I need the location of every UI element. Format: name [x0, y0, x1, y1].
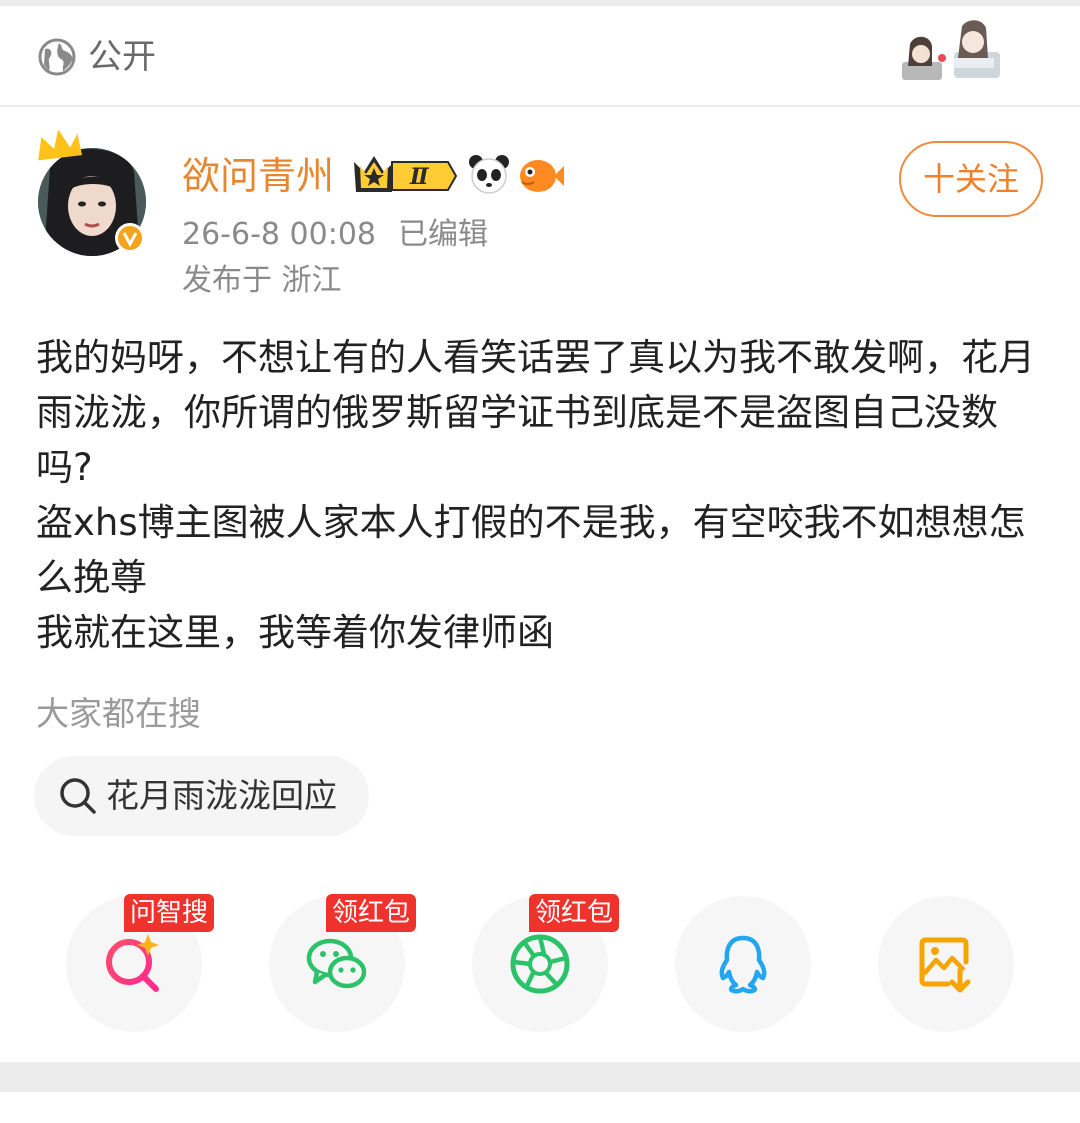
- pufferfish-badge-icon: [520, 160, 564, 192]
- edited-label[interactable]: 已编辑: [398, 217, 488, 252]
- share-tag-wechat: 领红包: [326, 894, 417, 932]
- qq-icon: [719, 935, 767, 994]
- trending-title: 大家都在搜: [36, 694, 201, 733]
- author-name[interactable]: 欲问青州: [182, 152, 334, 200]
- globe-icon: [38, 38, 76, 76]
- visibility-row[interactable]: 公开: [0, 6, 1080, 106]
- svg-text:Ⅱ: Ⅱ: [409, 164, 430, 190]
- share-tag-ai: 问智搜: [124, 894, 215, 932]
- bottom-separator: [0, 1062, 1080, 1092]
- post-content: 我的妈呀，不想让有的人看笑话罢了真以为我不敢发啊，花月雨泷泷，你所谓的俄罗斯留学…: [36, 330, 1046, 660]
- save-image-share-button[interactable]: [878, 896, 1014, 1032]
- ai-search-icon: [106, 934, 159, 992]
- search-icon: [60, 778, 96, 814]
- post-text-line: 盗xhs博主图被人家本人打假的不是我，有空咬我不如想想怎么挽尊: [36, 501, 1026, 599]
- moments-icon: [510, 934, 570, 994]
- post-meta: 26-6-8 00:08 已编辑: [182, 214, 488, 256]
- visibility-label: 公开: [88, 37, 156, 77]
- section-divider: [0, 105, 1080, 107]
- save-image-icon: [919, 937, 971, 993]
- wechat-icon: [306, 938, 367, 989]
- crown-level-badge-icon: Ⅱ: [354, 156, 458, 192]
- share-bar: 问智搜 领红包 领红包: [0, 880, 1080, 1040]
- avatar-image: [38, 129, 146, 256]
- trending-search-chip[interactable]: 花月雨泷泷回应: [34, 756, 369, 836]
- panda-badge-icon: [469, 155, 509, 194]
- post-text-line: 我的妈呀，不想让有的人看笑话罢了真以为我不敢发啊，花月雨泷泷，你所谓的俄罗斯留学…: [36, 336, 1035, 489]
- author-avatar[interactable]: [30, 128, 154, 258]
- trending-search-label: 花月雨泷泷回应: [106, 776, 337, 815]
- post-text-line: 我就在这里，我等着你发律师函: [36, 611, 554, 654]
- qq-share-button[interactable]: [675, 896, 811, 1032]
- post-timestamp: 26-6-8 00:08: [182, 217, 376, 252]
- follow-button[interactable]: 十关注: [899, 141, 1043, 217]
- share-tag-moments: 领红包: [529, 894, 620, 932]
- anime-sticker-image: [902, 20, 1000, 80]
- post-location: 发布于 浙江: [182, 263, 342, 298]
- badge-row: Ⅱ: [352, 150, 566, 198]
